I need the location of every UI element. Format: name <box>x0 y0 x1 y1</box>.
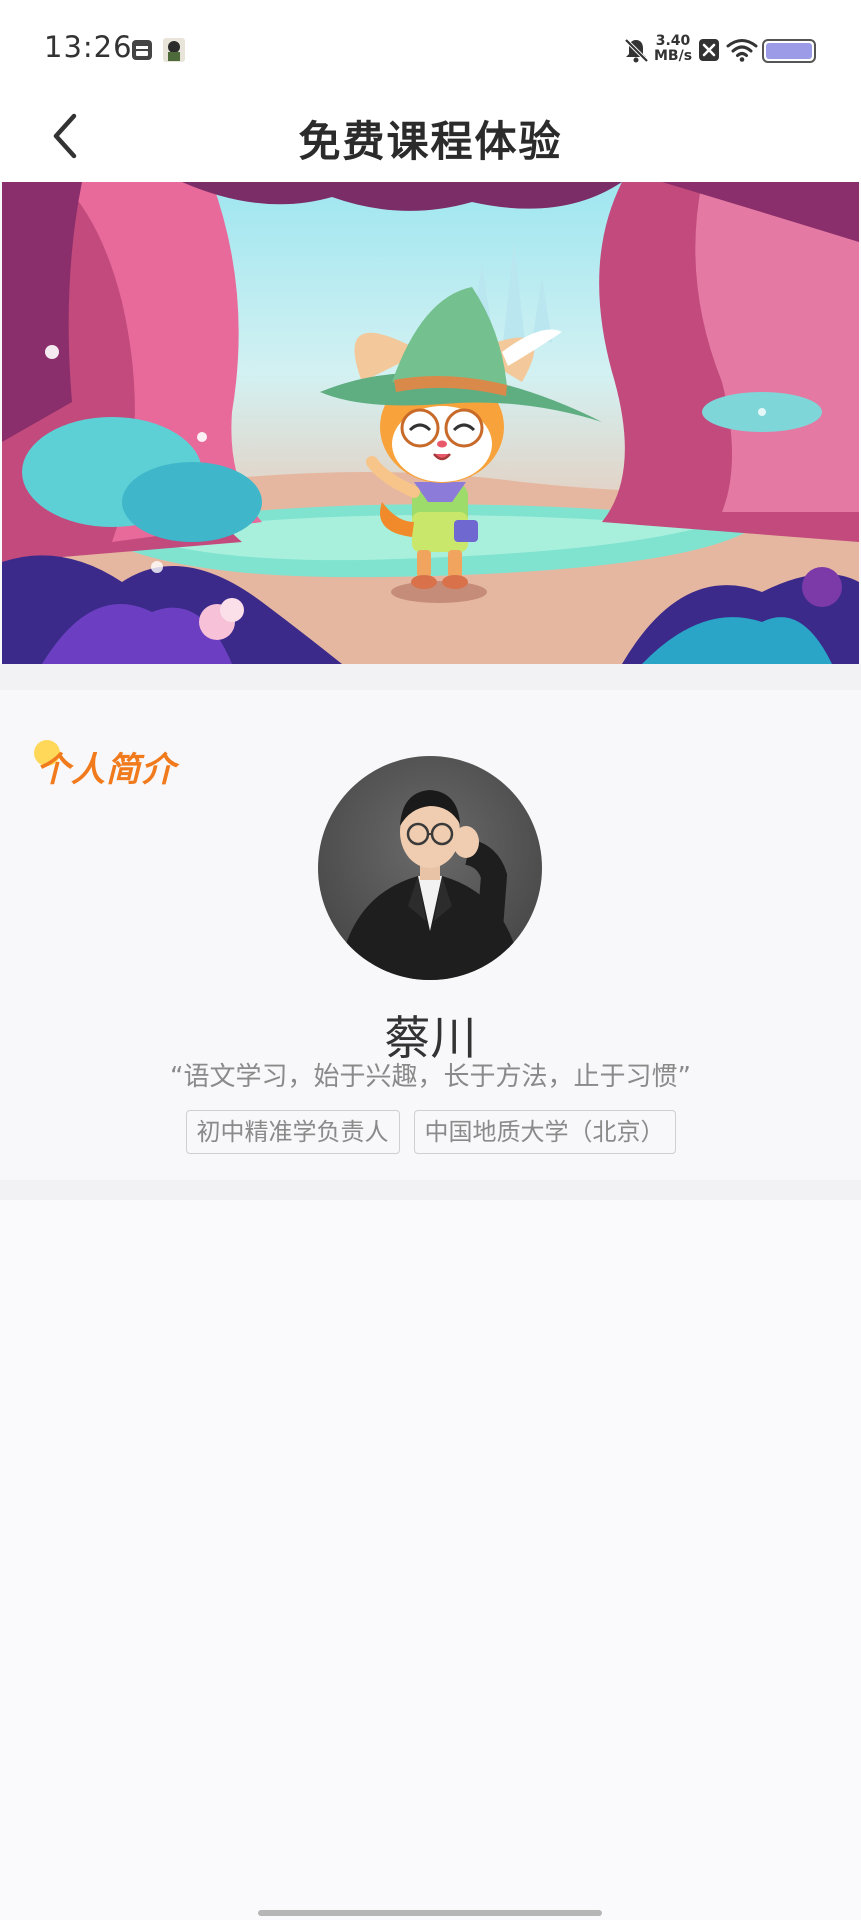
page-title: 免费课程体验 <box>298 117 563 166</box>
teacher-tags: 初中精准学负责人 中国地质大学（北京） <box>0 1110 861 1154</box>
section-divider <box>0 664 861 690</box>
tag-position: 初中精准学负责人 <box>185 1110 400 1154</box>
title-bar: 免费课程体验 <box>0 100 861 182</box>
battery-icon <box>762 39 816 63</box>
teacher-motto: “语文学习，始于兴趣，长于方法，止于习惯” <box>170 1062 691 1092</box>
avatar <box>318 756 542 980</box>
wifi-icon <box>726 39 758 62</box>
forest-illustration <box>2 182 859 664</box>
network-speed-value: 3.40 <box>655 33 691 49</box>
bell-muted-icon <box>624 38 649 63</box>
home-indicator[interactable] <box>258 1910 602 1916</box>
status-time: 13:26 <box>44 30 133 64</box>
section-divider <box>0 1180 861 1200</box>
profile-section: 个人简介 蔡川 “语文学习，始于兴趣，长于方法，止于习惯” 初中精准学负责人 中… <box>0 690 861 1180</box>
notification-box-icon <box>132 40 152 60</box>
close-box-icon <box>699 39 719 61</box>
status-bar: 13:26 3.40 MB/s <box>0 0 861 100</box>
network-speed-unit: MB/s <box>654 48 693 64</box>
teacher-portrait <box>338 790 522 980</box>
tag-university: 中国地质大学（北京） <box>413 1110 676 1154</box>
course-banner-image <box>2 182 859 664</box>
network-speed: 3.40 MB/s <box>654 34 692 64</box>
section-title: 个人简介 <box>36 750 176 790</box>
app-thumbnail-icon <box>163 38 185 62</box>
